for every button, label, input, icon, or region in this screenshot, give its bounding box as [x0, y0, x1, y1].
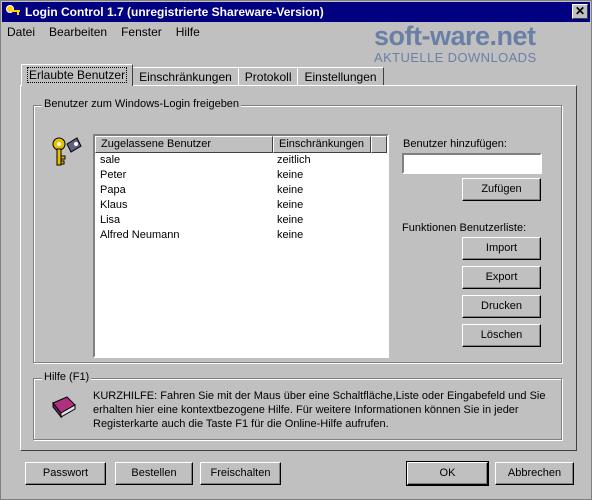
- table-row[interactable]: Lisa keine: [95, 213, 387, 228]
- column-header-restrictions[interactable]: Einschränkungen: [273, 136, 371, 153]
- add-user-button[interactable]: Zufügen: [462, 178, 541, 201]
- column-header-users[interactable]: Zugelassene Benutzer: [95, 136, 273, 153]
- column-header-filler: [371, 136, 387, 153]
- ok-button[interactable]: OK: [406, 461, 489, 486]
- watermark-main: soft-ware.net: [374, 21, 536, 51]
- user-restriction: keine: [277, 199, 304, 211]
- table-row[interactable]: Peter keine: [95, 168, 387, 183]
- delete-button[interactable]: Löschen: [462, 324, 541, 347]
- help-book-icon: [52, 396, 76, 419]
- tab-einschraenkungen[interactable]: Einschränkungen: [132, 67, 239, 86]
- help-group-label: Hilfe (F1): [42, 371, 92, 383]
- unlock-button[interactable]: Freischalten: [200, 462, 281, 485]
- tab-strip: Erlaubte Benutzer Einschränkungen Protok…: [21, 64, 384, 86]
- order-button[interactable]: Bestellen: [115, 462, 193, 485]
- menu-bar: Datei Bearbeiten Fenster Hilfe: [7, 25, 200, 39]
- users-listview[interactable]: Zugelassene Benutzer Einschränkungen sal…: [93, 134, 389, 358]
- user-restriction: keine: [277, 229, 304, 241]
- users-group-label: Benutzer zum Windows-Login freigeben: [42, 98, 242, 110]
- add-user-input[interactable]: [402, 153, 542, 174]
- tab-erlaubte-benutzer[interactable]: Erlaubte Benutzer: [21, 64, 134, 86]
- menu-hilfe[interactable]: Hilfe: [176, 25, 200, 39]
- cancel-button[interactable]: Abbrechen: [495, 462, 574, 485]
- user-name: Klaus: [100, 199, 128, 211]
- menu-datei[interactable]: Datei: [7, 25, 35, 39]
- import-button[interactable]: Import: [462, 237, 541, 260]
- watermark-sub: AKTUELLE DOWNLOADS: [374, 50, 537, 65]
- table-row[interactable]: Alfred Neumann keine: [95, 228, 387, 243]
- table-row[interactable]: Klaus keine: [95, 198, 387, 213]
- watermark: soft-ware.net AKTUELLE DOWNLOADS: [374, 21, 537, 65]
- list-functions-label: Funktionen Benutzerliste:: [402, 222, 527, 234]
- user-restriction: keine: [277, 184, 304, 196]
- user-name: Papa: [100, 184, 126, 196]
- user-name: Peter: [100, 169, 127, 181]
- help-text: KURZHILFE: Fahren Sie mit der Maus über …: [93, 390, 546, 430]
- user-name: Alfred Neumann: [100, 229, 180, 241]
- user-name: Lisa: [100, 214, 121, 226]
- user-restriction: keine: [277, 214, 304, 226]
- table-row[interactable]: Papa keine: [95, 183, 387, 198]
- print-button[interactable]: Drucken: [462, 295, 541, 318]
- app-window: Login Control 1.7 (unregistrierte Sharew…: [0, 0, 592, 500]
- export-button[interactable]: Export: [462, 266, 541, 289]
- close-button[interactable]: ✕: [572, 4, 588, 19]
- key-icon: [6, 5, 20, 15]
- listview-header: Zugelassene Benutzer Einschränkungen: [95, 136, 387, 153]
- user-restriction: zeitlich: [277, 154, 311, 166]
- window-title: Login Control 1.7 (unregistrierte Sharew…: [25, 5, 324, 19]
- password-button[interactable]: Passwort: [25, 462, 106, 485]
- title-bar[interactable]: Login Control 1.7 (unregistrierte Sharew…: [2, 2, 590, 22]
- keys-icon: [52, 137, 82, 166]
- user-name: sale: [100, 154, 121, 166]
- tab-protokoll[interactable]: Protokoll: [237, 67, 299, 86]
- menu-bearbeiten[interactable]: Bearbeiten: [49, 25, 107, 39]
- tab-einstellungen[interactable]: Einstellungen: [297, 67, 384, 86]
- table-row[interactable]: sale zeitlich: [95, 153, 387, 168]
- menu-fenster[interactable]: Fenster: [121, 25, 162, 39]
- user-restriction: keine: [277, 169, 304, 181]
- add-user-label: Benutzer hinzufügen:: [403, 138, 507, 150]
